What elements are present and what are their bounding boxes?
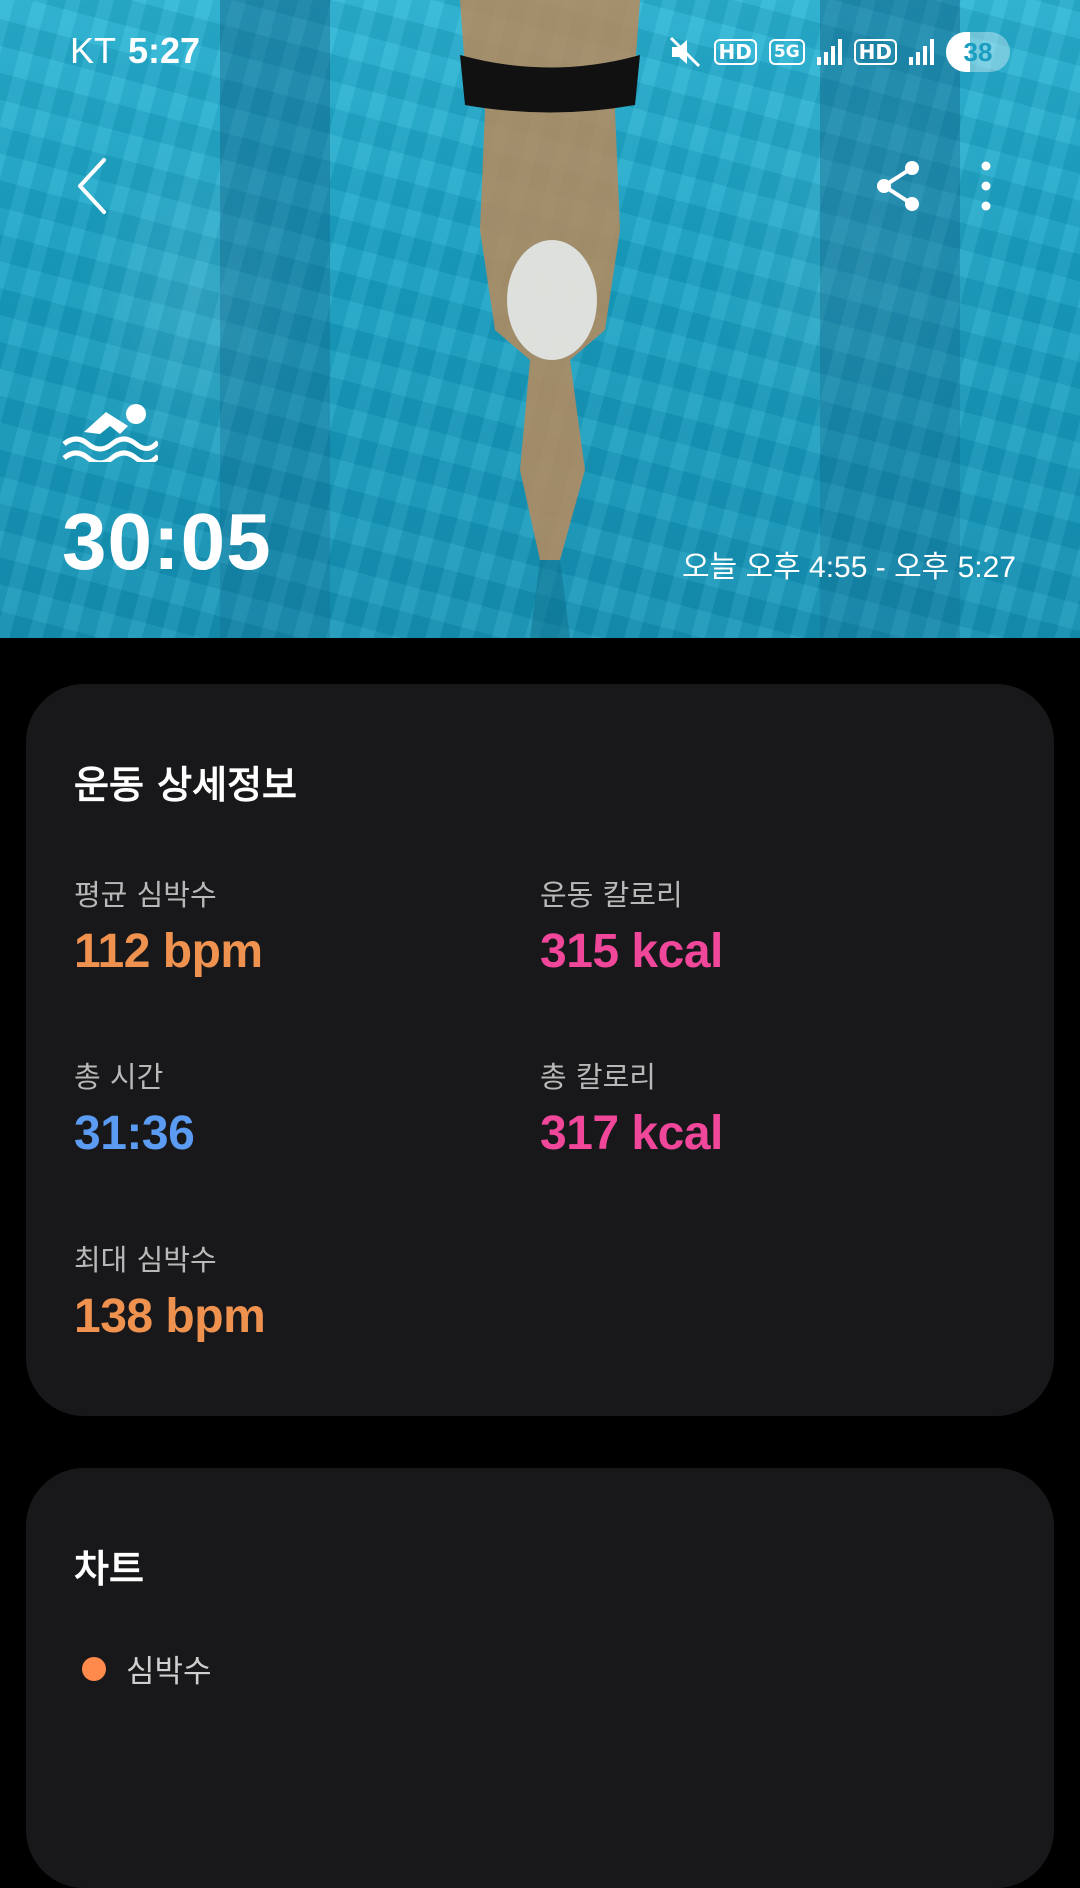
signal-icon xyxy=(816,39,842,65)
share-button[interactable] xyxy=(872,158,928,214)
metric-workout-calories: 운동 칼로리 315 kcal xyxy=(540,872,723,979)
5g-icon: 5G xyxy=(768,39,805,65)
metric-value: 317 kcal xyxy=(540,1107,723,1160)
metric-value: 138 bpm xyxy=(74,1290,266,1343)
metric-label: 총 칼로리 xyxy=(540,1060,656,1094)
legend-dot xyxy=(82,1656,106,1681)
clock: 5:27 xyxy=(128,30,201,71)
metric-total-time: 총 시간 31:36 xyxy=(74,1054,195,1161)
workout-time-range: 오늘 오후 4:55 - 오후 5:27 xyxy=(681,551,1016,584)
metric-avg-heart-rate: 평균 심박수 112 bpm xyxy=(74,872,263,979)
metric-label: 평균 심박수 xyxy=(74,878,217,912)
workout-details-card: 운동 상세정보 평균 심박수 112 bpm 운동 칼로리 315 kcal 총… xyxy=(26,684,1054,1416)
workout-hero-image: KT 5:27 HD 5G HD 38 30:05 오늘 오후 4:55 - 오… xyxy=(0,0,1080,638)
metric-value: 112 bpm xyxy=(74,925,263,978)
status-bar: KT 5:27 HD 5G HD 38 xyxy=(0,0,1080,104)
swimming-icon xyxy=(62,404,158,462)
metric-value: 31:36 xyxy=(74,1107,195,1160)
battery-level: 38 xyxy=(963,36,993,67)
metric-max-heart-rate: 최대 심박수 138 bpm xyxy=(74,1237,266,1344)
signal-icon xyxy=(909,39,934,65)
metric-value: 315 kcal xyxy=(540,925,723,978)
metric-label: 최대 심박수 xyxy=(74,1243,217,1277)
legend-label-heart-rate: 심박수 xyxy=(126,1654,212,1690)
chart-title: 차트 xyxy=(74,1547,144,1591)
details-title: 운동 상세정보 xyxy=(74,763,297,807)
status-icons: HD 5G HD 38 xyxy=(668,30,1010,74)
back-button[interactable] xyxy=(66,150,122,222)
workout-duration: 30:05 xyxy=(62,497,272,586)
metric-total-calories: 총 칼로리 317 kcal xyxy=(540,1054,723,1161)
metric-label: 총 시간 xyxy=(74,1060,164,1094)
battery-icon: 38 xyxy=(946,32,1010,72)
hd-voice-icon: HD xyxy=(853,39,897,65)
metric-label: 운동 칼로리 xyxy=(540,878,683,912)
hd-voice-icon: HD xyxy=(713,39,757,65)
mute-icon xyxy=(669,36,700,68)
chart-card: 차트 심박수 xyxy=(26,1468,1054,1888)
carrier-name: KT xyxy=(70,30,117,71)
status-carrier: KT 5:27 xyxy=(70,30,200,72)
chart-legend: 심박수 xyxy=(82,1646,212,1691)
more-options-button[interactable] xyxy=(966,158,1006,214)
